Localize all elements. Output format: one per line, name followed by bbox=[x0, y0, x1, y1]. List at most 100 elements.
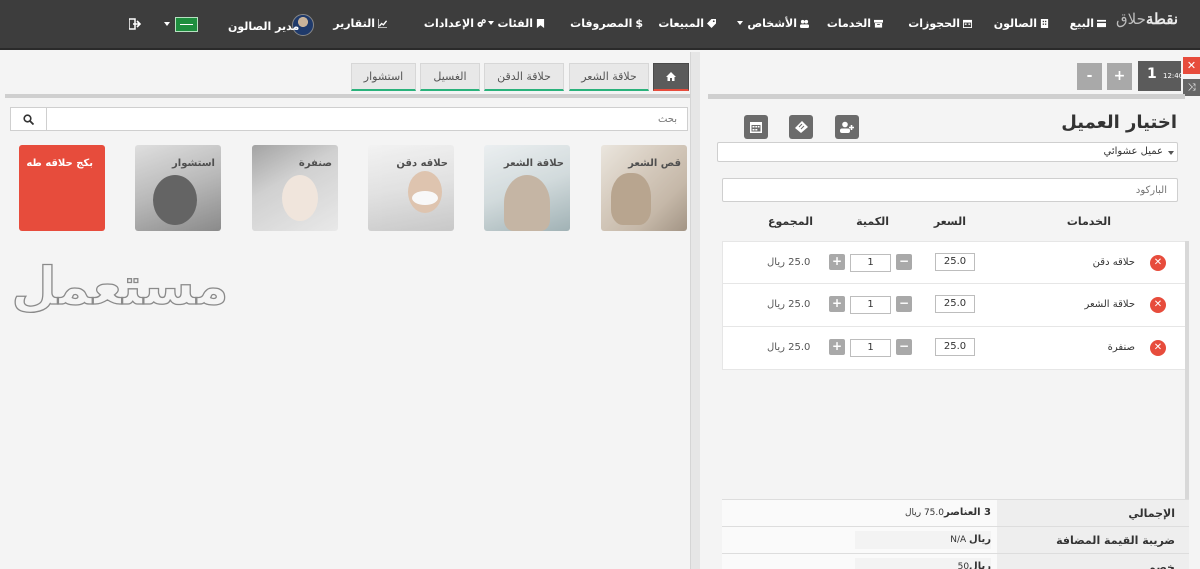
product-tile[interactable]: صنفرة bbox=[252, 145, 338, 231]
nav-item-label: التقارير bbox=[333, 17, 375, 30]
customer-title: اختيار العميل bbox=[1061, 112, 1177, 133]
summary-discount-row: خصم ريال50 bbox=[722, 553, 1189, 569]
item-name: صنفرة bbox=[1107, 342, 1135, 353]
nav-item-reports[interactable]: التقارير bbox=[333, 17, 387, 30]
bookmark-icon bbox=[536, 19, 545, 28]
product-tile[interactable]: بكج حلاقه طه bbox=[19, 145, 105, 231]
products-panel: حلاقة الشعر حلاقة الدقن الغسيل استشوار ق… bbox=[0, 52, 700, 569]
nav-item-label: الحجوزات bbox=[908, 17, 960, 30]
item-price-input[interactable]: 25.0 bbox=[935, 338, 975, 356]
item-qty-input[interactable]: 1 bbox=[850, 296, 891, 314]
search-button[interactable] bbox=[11, 108, 47, 130]
tab-blowdry[interactable]: استشوار bbox=[351, 63, 416, 91]
nav-item-people[interactable]: الأشخاص bbox=[733, 17, 809, 30]
tag-icon bbox=[707, 19, 716, 28]
category-tabs: حلاقة الشعر حلاقة الدقن الغسيل استشوار bbox=[0, 61, 690, 93]
nav-item-label: الأشخاص bbox=[747, 17, 797, 30]
register-count: 1 bbox=[1147, 66, 1157, 82]
calendar-button[interactable] bbox=[744, 115, 768, 139]
watermark-logo: مستعمل bbox=[11, 256, 229, 317]
nav-item-settings[interactable]: الإعدادات bbox=[424, 17, 486, 30]
remove-item-icon[interactable]: ✕ bbox=[1150, 340, 1166, 356]
sign-out-icon[interactable] bbox=[129, 18, 142, 30]
remove-item-icon[interactable]: ✕ bbox=[1150, 297, 1166, 313]
nav-item-services[interactable]: الخدمات bbox=[827, 17, 883, 30]
item-name: حلاقه دقن bbox=[1092, 257, 1135, 268]
tab-wash[interactable]: الغسيل bbox=[420, 63, 480, 91]
nav-item-label: الفئات bbox=[497, 17, 534, 30]
item-total: 25.0 ريال bbox=[767, 299, 811, 310]
nav-item-label: الإعدادات bbox=[423, 17, 474, 30]
item-total: 25.0 ريال bbox=[767, 257, 811, 268]
product-tile[interactable]: استشوار bbox=[135, 145, 221, 231]
ticket-button[interactable] bbox=[789, 115, 813, 139]
item-qty-input[interactable]: 1 bbox=[850, 254, 891, 272]
product-tile[interactable]: قص الشعر bbox=[601, 145, 687, 231]
nav-item-label: الصالون bbox=[993, 17, 1037, 30]
product-photo bbox=[282, 175, 318, 221]
divider bbox=[5, 94, 690, 98]
home-tab[interactable] bbox=[653, 63, 689, 91]
product-tile[interactable]: حلاقة الشعر bbox=[484, 145, 570, 231]
shuffle-icon[interactable]: ⤨ bbox=[1183, 79, 1200, 96]
summary-total-amount: 75.0 ريال bbox=[904, 508, 944, 518]
nav-item-categories[interactable]: الفئات bbox=[484, 17, 546, 30]
column-total: المجموع bbox=[768, 215, 813, 228]
product-tile[interactable]: حلاقه دقن bbox=[368, 145, 454, 231]
decrease-qty-button[interactable]: − bbox=[896, 254, 912, 270]
user-name[interactable]: مدير الصالون bbox=[228, 20, 299, 33]
item-price-input[interactable]: 25.0 bbox=[935, 295, 975, 313]
barcode-input[interactable] bbox=[723, 179, 1177, 201]
add-customer-button[interactable] bbox=[835, 115, 859, 139]
register-counter[interactable]: 1 12:40 bbox=[1138, 61, 1183, 91]
summary-total-label: الإجمالي bbox=[1128, 507, 1175, 520]
cart-panel: - + 1 12:40 ✕ ⤨ اختيار العميل عميل عشوائ… bbox=[700, 52, 1200, 569]
cart-scrollbar[interactable] bbox=[1185, 241, 1189, 501]
barcode-field bbox=[722, 178, 1178, 202]
brand-logo[interactable]: نقطةحلاق bbox=[1116, 10, 1178, 28]
users-icon bbox=[800, 19, 809, 28]
decrease-qty-button[interactable]: − bbox=[896, 339, 912, 355]
summary-total-row: الإجمالي 3 العناصر75.0 ريال bbox=[722, 499, 1189, 526]
nav-item-expenses[interactable]: $المصروفات bbox=[570, 17, 643, 30]
cart-items: ✕ حلاقه دقن 25.0 − 1 + 25.0 ريال ✕ حلاقة… bbox=[722, 241, 1186, 370]
add-register-button[interactable]: + bbox=[1107, 63, 1132, 90]
tab-beard[interactable]: حلاقة الدقن bbox=[484, 63, 564, 91]
item-qty-input[interactable]: 1 bbox=[850, 339, 891, 357]
remove-item-icon[interactable]: ✕ bbox=[1150, 255, 1166, 271]
increase-qty-button[interactable]: + bbox=[829, 254, 845, 270]
ticket-icon bbox=[794, 121, 808, 133]
nav-item-label: المصروفات bbox=[570, 17, 633, 30]
cart-row: ✕ حلاقة الشعر 25.0 − 1 + 25.0 ريال bbox=[722, 284, 1186, 327]
panel-scrollbar[interactable] bbox=[690, 52, 700, 569]
building-icon bbox=[1040, 19, 1049, 28]
column-price: السعر bbox=[933, 215, 966, 228]
saudi-flag-icon[interactable] bbox=[175, 17, 198, 32]
increase-qty-button[interactable]: + bbox=[829, 339, 845, 355]
item-name: حلاقة الشعر bbox=[1084, 299, 1135, 310]
customer-select-value: عميل عشوائي bbox=[1103, 146, 1163, 157]
increase-qty-button[interactable]: + bbox=[829, 296, 845, 312]
cogs-icon bbox=[477, 19, 486, 28]
brand-thin: حلاق bbox=[1116, 10, 1146, 28]
divider bbox=[708, 94, 1185, 99]
chevron-down-icon[interactable] bbox=[164, 22, 170, 26]
summary-vat-label: ضريبة القيمة المضافة bbox=[1056, 534, 1175, 547]
product-label: حلاقة الشعر bbox=[503, 158, 564, 169]
item-price-input[interactable]: 25.0 bbox=[935, 253, 975, 271]
nav-item-bookings[interactable]: الحجوزات bbox=[908, 17, 972, 30]
search-input[interactable] bbox=[48, 108, 687, 130]
remove-register-button[interactable]: - bbox=[1077, 63, 1102, 90]
summary-discount-value[interactable]: ريال50 bbox=[855, 561, 991, 569]
nav-item-salon[interactable]: الصالون bbox=[994, 17, 1049, 30]
cart-row: ✕ صنفرة 25.0 − 1 + 25.0 ريال bbox=[722, 327, 1186, 370]
close-icon[interactable]: ✕ bbox=[1183, 57, 1200, 74]
decrease-qty-button[interactable]: − bbox=[896, 296, 912, 312]
customer-select[interactable]: عميل عشوائي bbox=[717, 142, 1178, 162]
nav-item-label: الخدمات bbox=[826, 17, 871, 30]
search-icon bbox=[23, 113, 34, 125]
tab-hair-cut[interactable]: حلاقة الشعر bbox=[569, 63, 649, 91]
nav-item-sales[interactable]: المبيعات bbox=[658, 17, 716, 30]
nav-item-sale[interactable]: البيع bbox=[1070, 17, 1106, 30]
svg-text:مستعمل: مستعمل bbox=[12, 257, 229, 317]
